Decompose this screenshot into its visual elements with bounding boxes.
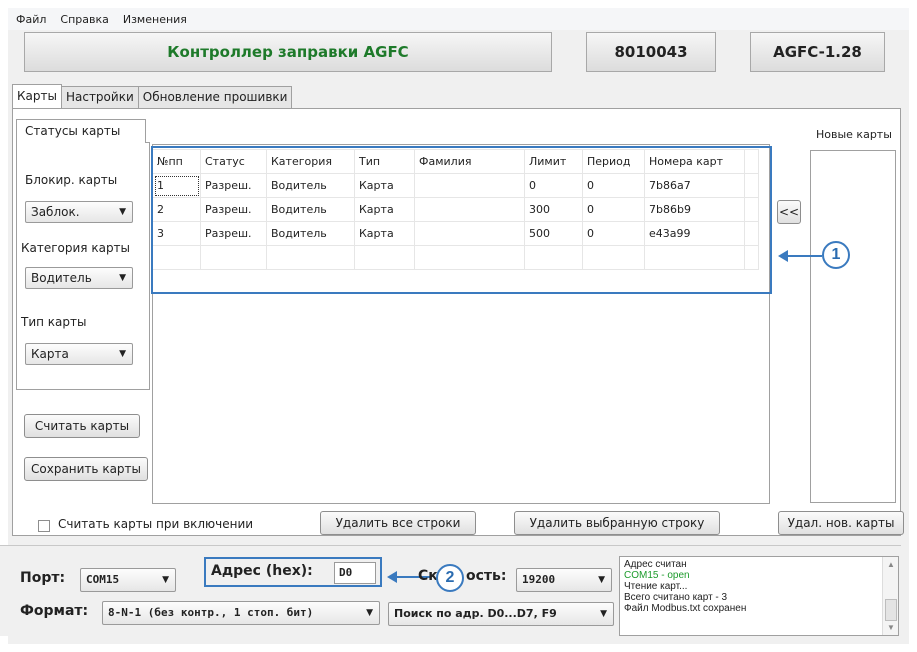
- address-search-select[interactable]: Поиск по адр. D0...D7, F9 ▼: [388, 602, 614, 626]
- block-card-value: Заблок.: [31, 205, 80, 219]
- speed-value: 19200: [522, 573, 556, 586]
- table-highlight-frame: [151, 146, 772, 294]
- move-left-button[interactable]: <<: [777, 200, 801, 224]
- new-cards-label: Новые карты: [816, 128, 892, 141]
- read-on-start-checkbox[interactable]: [38, 520, 50, 532]
- menu-help[interactable]: Справка: [60, 13, 108, 26]
- read-cards-button[interactable]: Считать карты: [24, 414, 140, 438]
- format-select[interactable]: 8-N-1 (без контр., 1 стоп. бит) ▼: [102, 601, 380, 625]
- status-log: Адрес считан COM15 - open Чтение карт...…: [619, 556, 899, 636]
- port-value: COM15: [86, 573, 120, 586]
- menu-file[interactable]: Файл: [16, 13, 46, 26]
- card-type-label: Тип карты: [21, 315, 87, 329]
- port-label: Порт:: [20, 570, 66, 586]
- speed-select[interactable]: 19200 ▼: [516, 568, 612, 592]
- card-category-value: Водитель: [31, 271, 92, 285]
- log-scrollbar[interactable]: ▲ ▼: [882, 557, 898, 635]
- new-cards-list[interactable]: [810, 150, 896, 503]
- firmware-version: AGFC-1.28: [750, 32, 885, 72]
- delete-new-cards-button[interactable]: Удал. нов. карты: [778, 511, 904, 535]
- port-select[interactable]: COM15 ▼: [80, 568, 176, 592]
- chevron-down-icon: ▼: [162, 575, 169, 585]
- chevron-down-icon: ▼: [119, 273, 126, 283]
- serial-number: 8010043: [586, 32, 716, 72]
- log-line: Адрес считан: [624, 559, 687, 570]
- tab-card-statuses[interactable]: Статусы карты: [16, 119, 146, 143]
- tab-firmware-update[interactable]: Обновление прошивки: [137, 86, 293, 108]
- format-value: 8-N-1 (без контр., 1 стоп. бит): [108, 606, 314, 619]
- card-category-label: Категория карты: [21, 241, 131, 255]
- block-card-label: Блокир. карты: [25, 173, 118, 187]
- main-tabs: Карты Настройки Обновление прошивки: [12, 84, 293, 108]
- controller-title: Контроллер заправки AGFC: [24, 32, 552, 72]
- card-type-select[interactable]: Карта ▼: [25, 343, 133, 365]
- menu-bar: Файл Справка Изменения: [8, 8, 909, 30]
- speed-label-end: ость:: [466, 568, 507, 584]
- chevron-down-icon: ▼: [119, 207, 126, 217]
- tab-settings[interactable]: Настройки: [60, 86, 139, 108]
- chevron-down-icon: ▼: [598, 575, 605, 585]
- scrollbar-thumb[interactable]: [885, 599, 897, 621]
- address-search-value: Поиск по адр. D0...D7, F9: [394, 607, 557, 620]
- card-type-value: Карта: [31, 347, 69, 361]
- scroll-down-icon[interactable]: ▼: [887, 622, 895, 633]
- address-label: Адрес (hex):: [211, 563, 313, 579]
- log-line: Всего считано карт - 3: [624, 592, 728, 603]
- log-line: COM15 - open: [624, 570, 690, 581]
- chevron-down-icon: ▼: [119, 349, 126, 359]
- block-card-select[interactable]: Заблок. ▼: [25, 201, 133, 223]
- menu-changes[interactable]: Изменения: [123, 13, 187, 26]
- chevron-down-icon: ▼: [600, 609, 607, 619]
- card-category-select[interactable]: Водитель ▼: [25, 267, 133, 289]
- log-line: Файл Modbus.txt сохранен: [624, 603, 747, 614]
- format-label: Формат:: [20, 603, 89, 619]
- save-cards-button[interactable]: Сохранить карты: [24, 457, 148, 481]
- callout-1: 1: [822, 241, 850, 269]
- delete-selected-row-button[interactable]: Удалить выбранную строку: [514, 511, 720, 535]
- address-input[interactable]: D0: [334, 562, 376, 584]
- chevron-down-icon: ▼: [366, 608, 373, 618]
- delete-all-rows-button[interactable]: Удалить все строки: [320, 511, 476, 535]
- log-line: Чтение карт...: [624, 581, 688, 592]
- speed-label-start: Ск: [418, 568, 438, 584]
- scroll-up-icon[interactable]: ▲: [887, 559, 895, 570]
- callout-1-line: [786, 255, 822, 257]
- read-on-start-label: Считать карты при включении: [58, 517, 254, 531]
- callout-2: 2: [436, 564, 464, 592]
- tab-cards[interactable]: Карты: [12, 84, 62, 108]
- card-status-panel: Блокир. карты Заблок. ▼ Категория карты …: [16, 142, 150, 390]
